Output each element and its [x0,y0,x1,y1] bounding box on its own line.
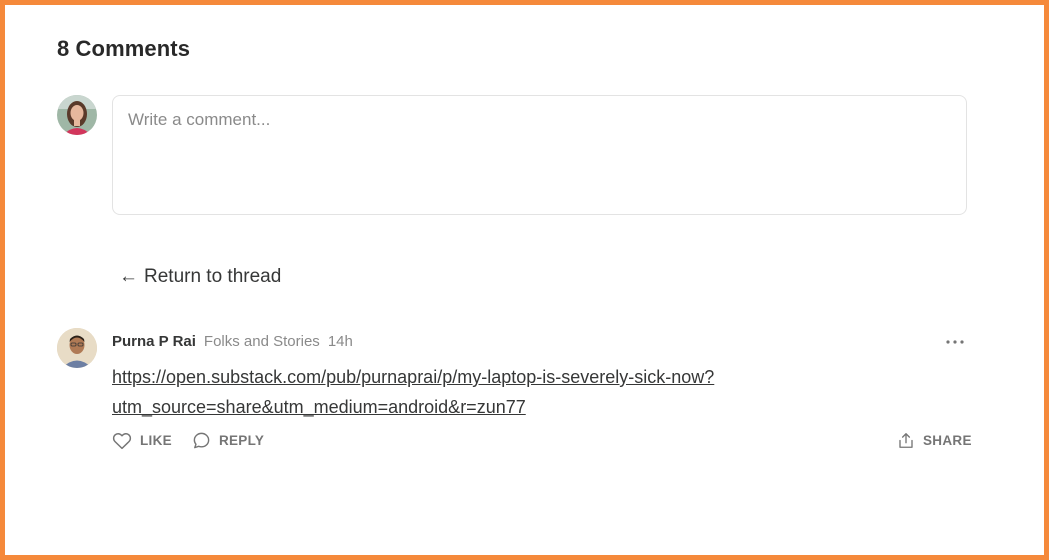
comments-heading: 8 Comments [57,36,191,61]
comment-meta: Purna P Rai Folks and Stories 14h [112,333,353,350]
author-avatar[interactable] [57,328,97,368]
share-button[interactable]: SHARE [897,431,972,450]
heart-icon [112,432,132,449]
comment-body: https://open.substack.com/pub/purnaprai/… [112,362,812,422]
like-label: LIKE [140,433,172,448]
comment-link[interactable]: https://open.substack.com/pub/purnaprai/… [112,367,714,417]
ellipsis-icon [946,340,964,344]
speech-bubble-icon [193,432,210,449]
comment-input[interactable] [112,95,967,215]
comment-link-line-1: https://open.substack.com/pub/purnaprai/… [112,367,715,387]
share-icon [899,433,913,448]
comment-actions: LIKE REPLY [112,431,264,450]
reply-button[interactable]: REPLY [192,431,264,450]
return-to-thread-label: Return to thread [144,266,282,287]
return-to-thread-link[interactable]: ← Return to thread [119,266,281,288]
more-options-button[interactable] [941,333,969,351]
like-button[interactable]: LIKE [112,431,172,450]
share-label: SHARE [923,433,972,448]
current-user-avatar [57,95,97,135]
left-arrow-icon: ← [119,266,138,287]
author-publication[interactable]: Folks and Stories [204,333,320,350]
comment-link-line-2: utm_source=share&utm_medium=android&r=zu… [112,397,526,417]
author-name[interactable]: Purna P Rai [112,333,196,350]
reply-label: REPLY [218,433,265,448]
comment-timestamp[interactable]: 14h [328,333,353,350]
